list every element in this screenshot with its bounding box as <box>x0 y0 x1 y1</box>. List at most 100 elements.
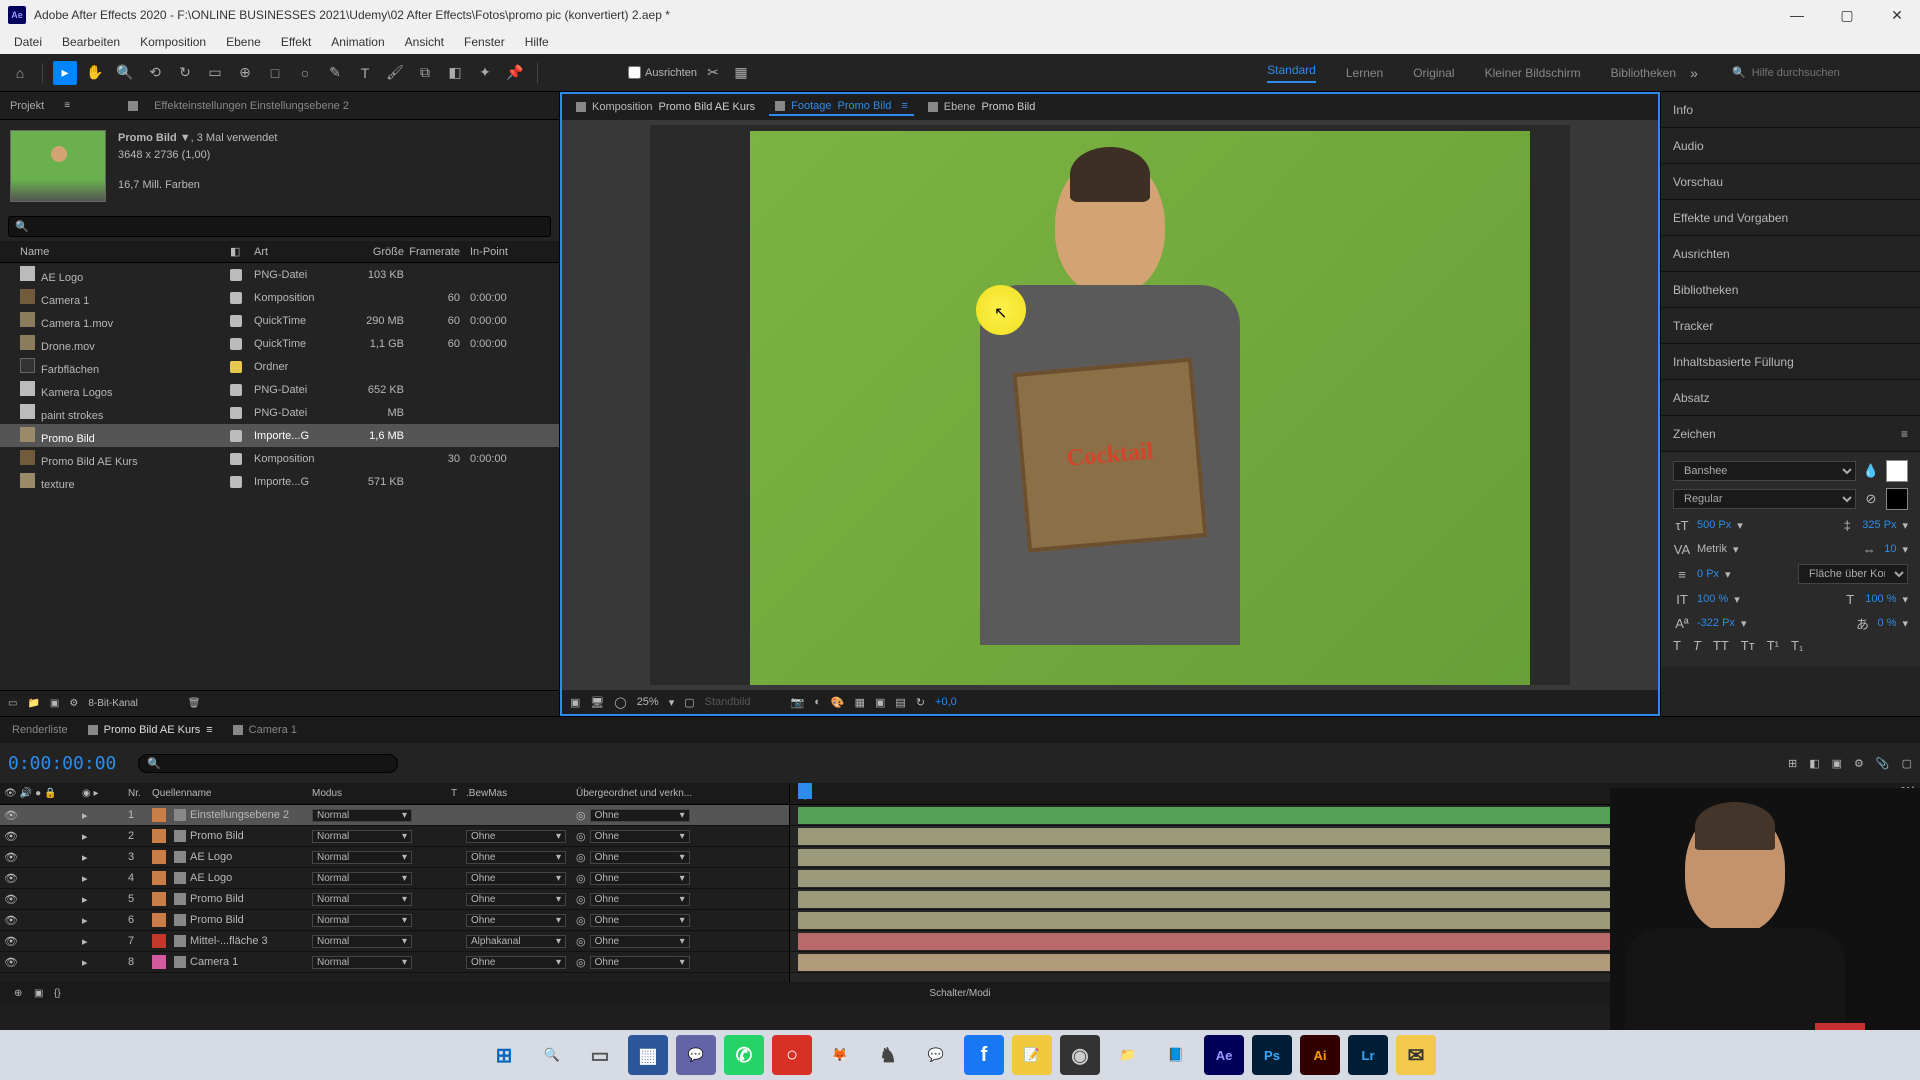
taskbar-notes[interactable]: 📝 <box>1012 1035 1052 1075</box>
stamp-tool[interactable]: ⧉ <box>413 61 437 85</box>
panel-inhaltsbasierte-füllung[interactable]: Inhaltsbasierte Füllung <box>1661 344 1920 380</box>
taskbar-app-gray[interactable]: ♞ <box>868 1035 908 1075</box>
layer-row[interactable]: 👁 ▸ 3 AE Logo Normal▾ Ohne▾ ◎Ohne▾ <box>0 847 789 868</box>
grid-overlay-icon[interactable]: ▤ <box>895 696 905 709</box>
safe-zones-icon[interactable]: ▣ <box>875 696 885 709</box>
stroke-width-value[interactable]: 0 Px <box>1697 568 1719 580</box>
menu-animation[interactable]: Animation <box>321 32 394 52</box>
menu-hilfe[interactable]: Hilfe <box>515 32 559 52</box>
taskbar-mail[interactable]: ✉ <box>1396 1035 1436 1075</box>
layer-row[interactable]: 👁 ▸ 4 AE Logo Normal▾ Ohne▾ ◎Ohne▾ <box>0 868 789 889</box>
taskbar-taskview[interactable]: ▭ <box>580 1035 620 1075</box>
interpret-icon[interactable]: ▭ <box>8 698 17 709</box>
solo-col-icon[interactable]: ● <box>35 788 41 799</box>
alpha-icon[interactable]: ▣ <box>570 696 580 709</box>
channels-icon[interactable]: ◐ <box>814 696 821 708</box>
current-timecode[interactable]: 0:00:00:00 <box>8 753 116 774</box>
selection-tool[interactable]: ▸ <box>53 61 77 85</box>
taskbar-editor[interactable]: 📘 <box>1156 1035 1196 1075</box>
workspace-bibliotheken[interactable]: Bibliotheken <box>1611 66 1676 80</box>
project-item[interactable]: Camera 1 Komposition 60 0:00:00 <box>0 286 559 309</box>
taskbar-lr[interactable]: Lr <box>1348 1035 1388 1075</box>
project-item[interactable]: Camera 1.mov QuickTime 290 MB 60 0:00:00 <box>0 309 559 332</box>
tl-footer-icon1[interactable]: ⊕ <box>14 988 22 999</box>
trash-icon[interactable]: 🗑 <box>188 698 201 709</box>
small-caps-icon[interactable]: Tᴛ <box>1741 638 1755 653</box>
layer-row[interactable]: 👁 ▸ 1 Einstellungsebene 2 Normal▾ ◎Ohne▾ <box>0 805 789 826</box>
taskbar-app-red[interactable]: ○ <box>772 1035 812 1075</box>
timeline-tab[interactable]: Promo Bild AE Kurs ≡ <box>88 724 213 736</box>
faux-bold-icon[interactable]: T <box>1673 638 1681 653</box>
leading-value[interactable]: 325 Px <box>1862 519 1896 531</box>
menu-effekt[interactable]: Effekt <box>271 32 321 52</box>
faux-italic-icon[interactable]: T <box>1693 638 1701 653</box>
superscript-icon[interactable]: T¹ <box>1767 638 1779 653</box>
maximize-button[interactable]: ▢ <box>1832 5 1862 25</box>
new-folder-icon[interactable]: 📁 <box>27 698 39 709</box>
puppet-tool[interactable]: 📌 <box>503 61 527 85</box>
taskbar-firefox[interactable]: 🦊 <box>820 1035 860 1075</box>
brush-tool[interactable]: 🖌 <box>383 61 407 85</box>
tl-footer-icon3[interactable]: {} <box>54 988 61 999</box>
label-column-icon[interactable]: ◧ <box>230 245 254 258</box>
taskbar-ae[interactable]: Ae <box>1204 1035 1244 1075</box>
ellipse-tool[interactable]: ○ <box>293 61 317 85</box>
lock-col-icon[interactable]: 🔒 <box>44 788 56 799</box>
project-item[interactable]: Promo Bild AE Kurs Komposition 30 0:00:0… <box>0 447 559 470</box>
close-button[interactable]: ✕ <box>1882 5 1912 25</box>
panel-absatz[interactable]: Absatz <box>1661 380 1920 416</box>
shape-tool[interactable]: □ <box>263 61 287 85</box>
tracking-value[interactable]: 10 <box>1884 543 1896 555</box>
camera-tool[interactable]: ▭ <box>203 61 227 85</box>
zoom-tool[interactable]: 🔍 <box>113 61 137 85</box>
switch-modes-label[interactable]: Schalter/Modi <box>929 988 990 999</box>
taskbar-facebook[interactable]: f <box>964 1035 1004 1075</box>
tl-tool-3-icon[interactable]: ▣ <box>1832 757 1842 770</box>
workspace-lernen[interactable]: Lernen <box>1346 66 1383 80</box>
subscript-icon[interactable]: T₁ <box>1791 638 1803 653</box>
kerning-value[interactable]: Metrik <box>1697 543 1727 555</box>
rotate-tool[interactable]: ↻ <box>173 61 197 85</box>
menu-datei[interactable]: Datei <box>4 32 52 52</box>
workspace-standard[interactable]: Standard <box>1267 63 1316 83</box>
tsume-value[interactable]: 0 % <box>1878 617 1897 629</box>
viewer-canvas[interactable]: Cocktail ↖ <box>562 120 1658 690</box>
viewer-tab[interactable]: Komposition Promo Bild AE Kurs <box>570 99 761 115</box>
font-family-select[interactable]: Banshee <box>1673 461 1856 481</box>
taskbar-teams[interactable]: 💬 <box>676 1035 716 1075</box>
layer-row[interactable]: 👁 ▸ 6 Promo Bild Normal▾ Ohne▾ ◎Ohne▾ <box>0 910 789 931</box>
pen-tool[interactable]: ✎ <box>323 61 347 85</box>
hand-tool[interactable]: ✋ <box>83 61 107 85</box>
all-caps-icon[interactable]: TT <box>1713 638 1729 653</box>
zoom-value[interactable]: 25% <box>637 696 659 708</box>
taskbar-widget1[interactable]: ▦ <box>628 1035 668 1075</box>
timeline-tab[interactable]: Renderliste <box>12 724 68 736</box>
project-item[interactable]: texture Importe...G 571 KB <box>0 470 559 493</box>
minimize-button[interactable]: — <box>1782 5 1812 25</box>
auto-res-icon[interactable]: ▢ <box>684 696 694 709</box>
menu-ansicht[interactable]: Ansicht <box>395 32 454 52</box>
layer-row[interactable]: 👁 ▸ 2 Promo Bild Normal▾ Ohne▾ ◎Ohne▾ <box>0 826 789 847</box>
taskbar-obs[interactable]: ◉ <box>1060 1035 1100 1075</box>
workspace-overflow[interactable]: » <box>1682 61 1706 85</box>
align-checkbox[interactable] <box>628 66 641 79</box>
settings-icon[interactable]: ⚙ <box>69 698 78 709</box>
font-size-value[interactable]: 500 Px <box>1697 519 1731 531</box>
menu-fenster[interactable]: Fenster <box>454 32 515 52</box>
snapshot-icon[interactable]: 📷 <box>791 696 805 709</box>
layer-row[interactable]: 👁 ▸ 8 Camera 1 Normal▾ Ohne▾ ◎Ohne▾ <box>0 952 789 973</box>
panel-audio[interactable]: Audio <box>1661 128 1920 164</box>
zoom-dropdown-icon[interactable]: ▾ <box>669 696 675 709</box>
playhead[interactable] <box>798 783 812 799</box>
menu-komposition[interactable]: Komposition <box>130 32 216 52</box>
panel-menu-icon[interactable]: ≡ <box>64 100 70 111</box>
new-comp-icon[interactable]: ▣ <box>50 698 59 709</box>
viewer-tab[interactable]: Footage Promo Bild ≡ <box>769 98 914 116</box>
menu-ebene[interactable]: Ebene <box>216 32 271 52</box>
stroke-color-swatch[interactable] <box>1886 488 1908 510</box>
baseline-value[interactable]: -322 Px <box>1697 617 1735 629</box>
project-item[interactable]: Drone.mov QuickTime 1,1 GB 60 0:00:00 <box>0 332 559 355</box>
timeline-search[interactable]: 🔍 <box>138 754 398 773</box>
color-mgmt-icon[interactable]: 🎨 <box>831 696 845 709</box>
exposure-value[interactable]: +0,0 <box>935 696 957 708</box>
